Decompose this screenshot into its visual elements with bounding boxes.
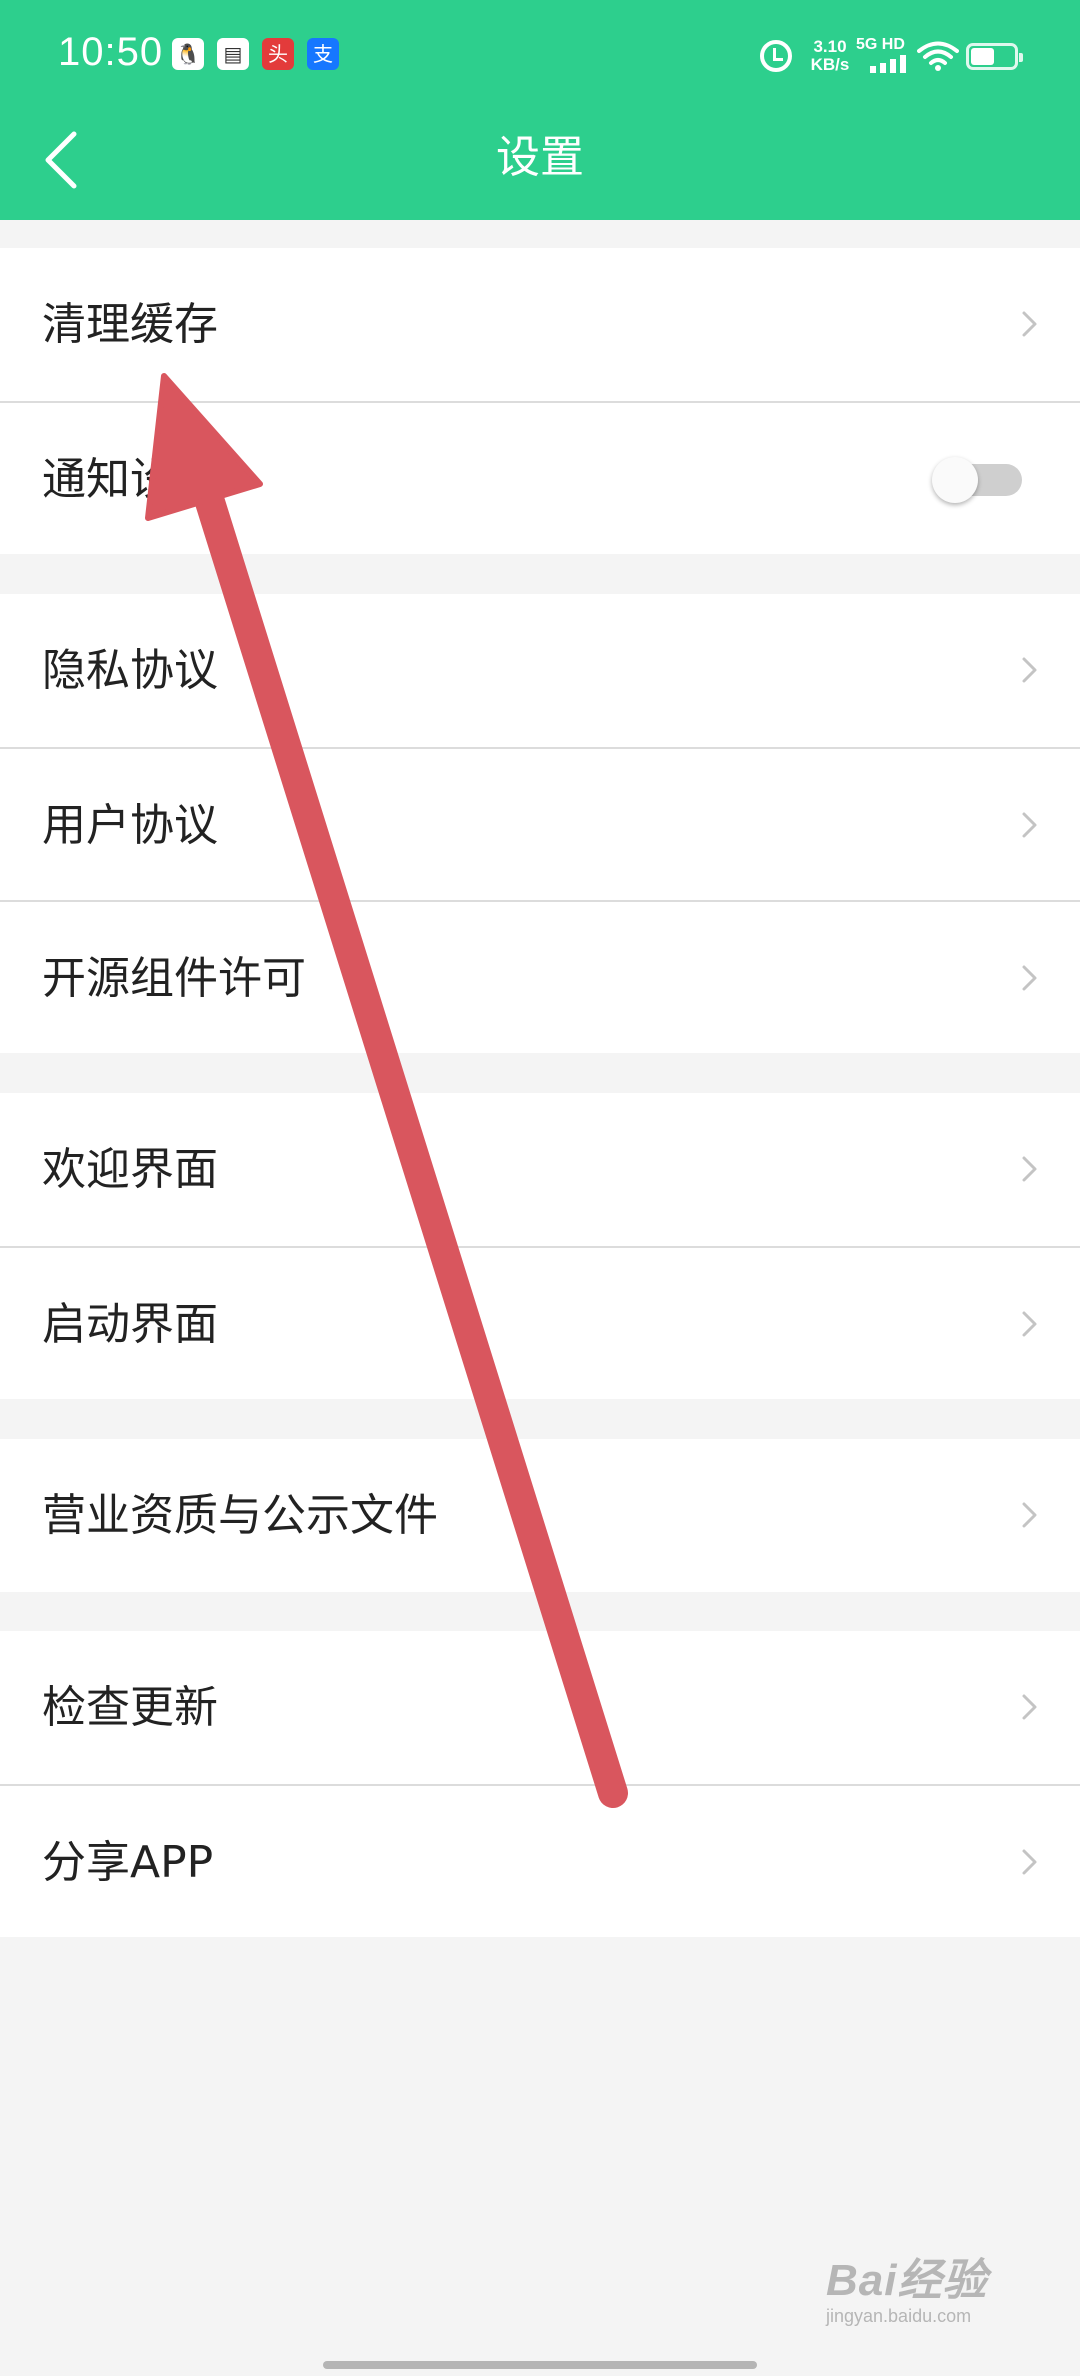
baidu-jingyan-watermark: Bai经验 jingyan.baidu.com xyxy=(826,2244,1026,2327)
settings-row-label: 检查更新 xyxy=(42,1682,218,1733)
card-notification-icon: ▤ xyxy=(217,38,249,70)
settings-row-label: 营业资质与公示文件 xyxy=(42,1490,438,1541)
chevron-right-icon xyxy=(1022,311,1037,337)
chevron-right-icon xyxy=(1022,1694,1037,1720)
settings-row-welcome-screen[interactable]: 欢迎界面 xyxy=(0,1093,1080,1246)
chevron-right-icon xyxy=(1022,1156,1037,1182)
settings-row-launch-screen[interactable]: 启动界面 xyxy=(0,1246,1080,1399)
watermark-logo: Bai经验 xyxy=(826,2256,988,2305)
chevron-right-icon xyxy=(1022,1849,1037,1875)
status-bar: 10:50 🐧 ▤ 头 支 3.10 KB/s 5G HD xyxy=(0,0,1080,115)
network-speed-unit: KB/s xyxy=(810,55,850,74)
home-indicator[interactable] xyxy=(323,2361,757,2369)
settings-row-user-agreement[interactable]: 用户协议 xyxy=(0,747,1080,900)
chevron-right-icon xyxy=(1022,1502,1037,1528)
wifi-icon xyxy=(917,41,959,71)
app-header: 10:50 🐧 ▤ 头 支 3.10 KB/s 5G HD 设置 xyxy=(0,0,1080,220)
settings-row-business-qualifications[interactable]: 营业资质与公示文件 xyxy=(0,1439,1080,1592)
page-title: 设置 xyxy=(496,132,584,183)
signal-label: 5G HD xyxy=(856,36,905,53)
settings-group-screens: 欢迎界面 启动界面 xyxy=(0,1093,1080,1399)
settings-group-app: 检查更新 分享APP xyxy=(0,1631,1080,1937)
settings-row-open-source-licenses[interactable]: 开源组件许可 xyxy=(0,900,1080,1053)
settings-row-check-update[interactable]: 检查更新 xyxy=(0,1631,1080,1784)
settings-row-label: 启动界面 xyxy=(42,1299,218,1350)
settings-row-privacy-policy[interactable]: 隐私协议 xyxy=(0,594,1080,747)
qq-notification-icon: 🐧 xyxy=(172,38,204,70)
chevron-right-icon xyxy=(1022,812,1037,838)
settings-row-label: 隐私协议 xyxy=(42,645,218,696)
settings-group-licenses: 营业资质与公示文件 xyxy=(0,1439,1080,1592)
settings-row-label: 用户协议 xyxy=(42,800,218,851)
settings-row-notification: 通知设置 xyxy=(0,401,1080,554)
settings-group-agreements: 隐私协议 用户协议 开源组件许可 xyxy=(0,594,1080,1053)
toggle-knob xyxy=(932,457,978,503)
watermark-url: jingyan.baidu.com xyxy=(826,2306,972,2326)
chevron-right-icon xyxy=(1022,1311,1037,1337)
battery-level-fill xyxy=(971,48,994,65)
network-speed-value: 3.10 xyxy=(813,37,847,56)
chevron-right-icon xyxy=(1022,657,1037,683)
status-time: 10:50 xyxy=(58,30,164,74)
signal-strength-icon xyxy=(870,55,906,73)
alipay-notification-icon: 支 xyxy=(307,38,339,70)
chevron-right-icon xyxy=(1022,965,1037,991)
notification-toggle[interactable] xyxy=(932,457,1022,503)
settings-row-label: 开源组件许可 xyxy=(42,953,306,1004)
settings-row-label: 分享APP xyxy=(42,1837,214,1888)
settings-row-clear-cache[interactable]: 清理缓存 xyxy=(0,248,1080,401)
settings-row-share-app[interactable]: 分享APP xyxy=(0,1784,1080,1937)
news-notification-icon: 头 xyxy=(262,38,294,70)
settings-group-storage: 清理缓存 通知设置 xyxy=(0,248,1080,554)
settings-row-label: 清理缓存 xyxy=(42,299,218,350)
alarm-icon xyxy=(760,40,792,72)
settings-row-label: 通知设置 xyxy=(42,454,218,505)
settings-row-label: 欢迎界面 xyxy=(42,1144,218,1195)
battery-icon xyxy=(966,43,1023,70)
network-speed: 3.10 KB/s xyxy=(803,38,857,74)
